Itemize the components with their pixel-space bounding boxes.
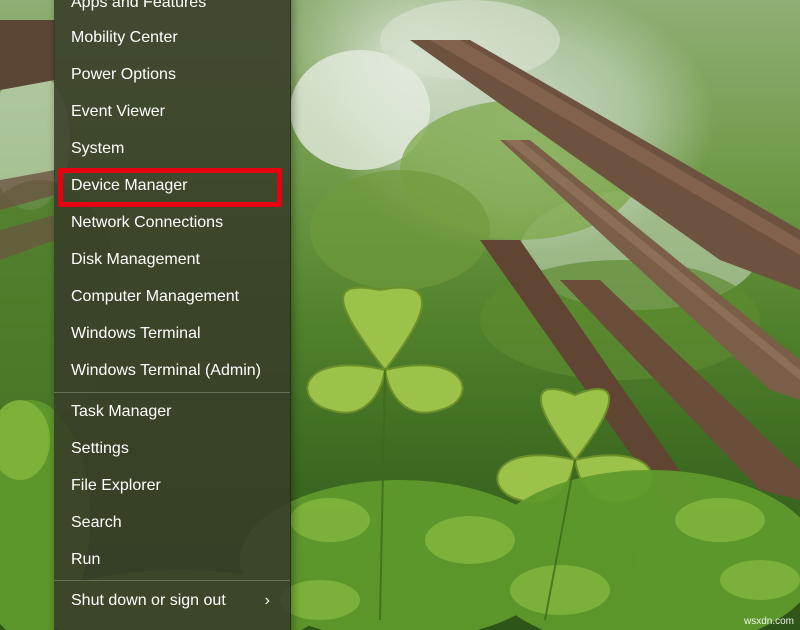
menu-item-label: Disk Management <box>71 251 200 268</box>
menu-item-label: Shut down or sign out <box>71 592 226 609</box>
menu-item-label: Device Manager <box>71 177 188 194</box>
menu-item-label: Power Options <box>71 66 176 83</box>
menu-item-device-manager[interactable]: Device Manager <box>54 171 290 201</box>
menu-item-settings[interactable]: Settings <box>54 434 290 464</box>
menu-item-label: Computer Management <box>71 288 240 305</box>
menu-item-search[interactable]: Search <box>54 508 290 538</box>
menu-separator <box>54 392 290 393</box>
menu-item-label: Network Connections <box>71 214 224 231</box>
menu-item-power-options[interactable]: Power Options <box>54 60 290 90</box>
menu-item-label: Settings <box>71 440 129 457</box>
menu-item-system[interactable]: System <box>54 134 290 164</box>
menu-item-shut-down-or-sign-out[interactable]: Shut down or sign out › <box>54 586 290 616</box>
menu-item-label: Event Viewer <box>71 103 165 120</box>
menu-item-run[interactable]: Run <box>54 545 290 575</box>
menu-item-mobility-center[interactable]: Mobility Center <box>54 23 290 53</box>
watermark: wsxdn.com <box>743 616 794 627</box>
menu-item-event-viewer[interactable]: Event Viewer <box>54 97 290 127</box>
chevron-right-icon: › <box>264 592 270 609</box>
menu-item-apps-and-features[interactable]: Apps and Features <box>54 0 290 18</box>
menu-separator <box>54 580 290 581</box>
menu-item-label: Run <box>71 551 101 568</box>
menu-item-disk-management[interactable]: Disk Management <box>54 245 290 275</box>
menu-item-label: Apps and Features <box>71 0 207 11</box>
menu-item-label: Task Manager <box>71 403 172 420</box>
menu-item-label: Search <box>71 514 122 531</box>
menu-item-label: Windows Terminal (Admin) <box>71 362 261 379</box>
menu-item-file-explorer[interactable]: File Explorer <box>54 471 290 501</box>
menu-item-label: System <box>71 140 125 157</box>
menu-item-task-manager[interactable]: Task Manager <box>54 397 290 427</box>
menu-item-computer-management[interactable]: Computer Management <box>54 282 290 312</box>
menu-item-label: File Explorer <box>71 477 161 494</box>
menu-item-windows-terminal[interactable]: Windows Terminal <box>54 319 290 349</box>
menu-item-windows-terminal-admin[interactable]: Windows Terminal (Admin) <box>54 356 290 386</box>
menu-item-label: Mobility Center <box>71 29 178 46</box>
menu-item-network-connections[interactable]: Network Connections <box>54 208 290 238</box>
menu-item-label: Windows Terminal <box>71 325 201 342</box>
